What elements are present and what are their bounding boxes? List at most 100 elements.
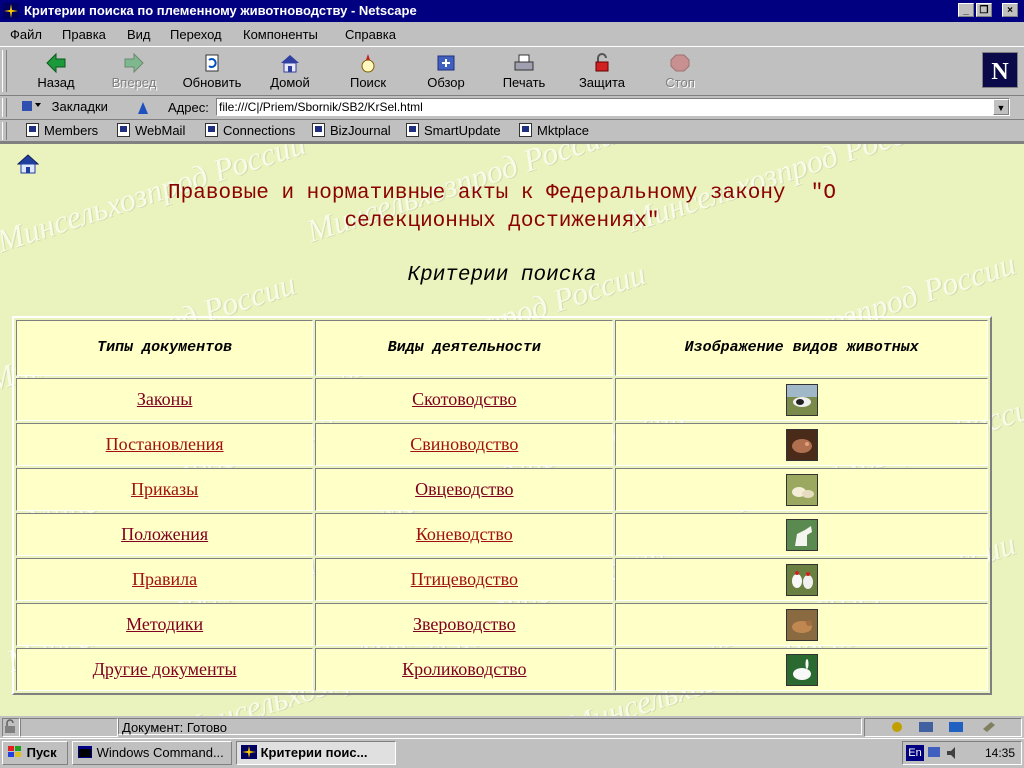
back-button[interactable]: Назад bbox=[18, 50, 94, 94]
doc-type-link[interactable]: Методики bbox=[126, 614, 203, 634]
activity-link[interactable]: Свиноводство bbox=[410, 434, 518, 454]
guide-button[interactable]: Обзор bbox=[408, 50, 484, 94]
address-dropdown-button[interactable]: ▼ bbox=[993, 99, 1009, 115]
bookmarks-icon bbox=[22, 101, 41, 111]
page-title-line1: Правовые и нормативные акты к Федерально… bbox=[168, 182, 836, 205]
minimize-button[interactable]: _ bbox=[958, 3, 974, 17]
sheep-photo[interactable] bbox=[785, 473, 818, 506]
component-icons[interactable] bbox=[865, 719, 1021, 734]
menu-go[interactable]: Переход bbox=[170, 27, 222, 42]
horse-photo[interactable] bbox=[785, 518, 818, 551]
fur-animal-photo[interactable] bbox=[785, 608, 818, 641]
doc-type-cell: Постановления bbox=[16, 423, 314, 466]
doc-type-cell: Методики bbox=[16, 603, 314, 646]
language-indicator[interactable]: En bbox=[906, 745, 924, 761]
page-title: Правовые и нормативные акты к Федерально… bbox=[0, 180, 1004, 236]
lock-icon bbox=[5, 719, 15, 733]
doc-type-link[interactable]: Постановления bbox=[106, 434, 224, 454]
search-button[interactable]: Поиск bbox=[330, 50, 406, 94]
activity-link[interactable]: Кролиководство bbox=[402, 659, 526, 679]
security-status-icon[interactable] bbox=[2, 718, 20, 737]
bookmark-webmail[interactable]: WebMail bbox=[117, 123, 185, 138]
activity-link[interactable]: Звероводство bbox=[413, 614, 516, 634]
security-label: Защита bbox=[578, 75, 626, 90]
doc-type-link[interactable]: Приказы bbox=[131, 479, 198, 499]
reload-button[interactable]: Обновить bbox=[174, 50, 250, 94]
bookmark-connections[interactable]: Connections bbox=[205, 123, 295, 138]
header-animal-images: Изображение видов животных bbox=[615, 320, 988, 376]
bookmarks-label: Закладки bbox=[51, 99, 108, 114]
menu-edit[interactable]: Правка bbox=[62, 27, 106, 42]
windows-logo-icon bbox=[8, 746, 21, 757]
window-title-bar[interactable]: Критерии поиска по племенному животновод… bbox=[0, 0, 1024, 22]
print-button[interactable]: Печать bbox=[486, 50, 562, 94]
home-button[interactable]: Домой bbox=[252, 50, 328, 94]
location-grip[interactable] bbox=[2, 98, 7, 117]
image-cell bbox=[615, 423, 988, 466]
bookmark-page-icon bbox=[519, 123, 532, 137]
poultry-photo[interactable] bbox=[785, 563, 818, 596]
doc-type-link[interactable]: Законы bbox=[137, 389, 193, 409]
table-row: Приказы Овцеводство bbox=[16, 468, 988, 511]
print-label: Печать bbox=[502, 75, 546, 90]
activity-link[interactable]: Скотоводство bbox=[412, 389, 516, 409]
doc-type-link[interactable]: Положения bbox=[121, 524, 208, 544]
cattle-photo[interactable] bbox=[785, 383, 818, 416]
reload-label: Обновить bbox=[182, 75, 242, 90]
bookmark-mktplace[interactable]: Mktplace bbox=[519, 123, 589, 138]
personal-grip[interactable] bbox=[2, 122, 7, 140]
activity-link[interactable]: Овцеводство bbox=[415, 479, 513, 499]
bookmark-page-icon bbox=[205, 123, 218, 137]
menu-view[interactable]: Вид bbox=[127, 27, 151, 42]
doc-type-link[interactable]: Правила bbox=[132, 569, 197, 589]
menu-help[interactable]: Справка bbox=[345, 27, 396, 42]
netscape-logo[interactable]: N bbox=[982, 52, 1018, 88]
table-row: Другие документы Кролиководство bbox=[16, 648, 988, 691]
page-content: Минсельхозпрод России Минсельхозпрод Рос… bbox=[0, 142, 1024, 716]
bookmark-smartupdate[interactable]: SmartUpdate bbox=[406, 123, 501, 138]
doc-type-link[interactable]: Другие документы bbox=[93, 659, 237, 679]
clock[interactable]: 14:35 bbox=[985, 746, 1015, 760]
pig-photo[interactable] bbox=[785, 428, 818, 461]
menu-components[interactable]: Компоненты bbox=[243, 27, 318, 42]
doc-type-cell: Правила bbox=[16, 558, 314, 601]
bookmark-page-icon bbox=[117, 123, 130, 137]
stop-button[interactable]: Стоп bbox=[642, 50, 718, 94]
start-button[interactable]: Пуск bbox=[2, 741, 68, 765]
home-link-icon[interactable] bbox=[17, 154, 39, 174]
chevron-down-icon: ▼ bbox=[996, 103, 1006, 113]
bookmarks-button[interactable]: Закладки bbox=[20, 99, 108, 117]
bookmark-label: Members bbox=[44, 123, 99, 138]
activity-cell: Звероводство bbox=[315, 603, 614, 646]
activity-link[interactable]: Коневодство bbox=[416, 524, 513, 544]
address-input[interactable]: file:///C|/Priem/Sbornik/SB2/KrSel.html bbox=[216, 98, 1010, 116]
menu-file[interactable]: Файл bbox=[10, 27, 42, 42]
netscape-app-icon bbox=[241, 745, 257, 759]
header-activity-types: Виды деятельности bbox=[315, 320, 614, 376]
activity-cell: Кролиководство bbox=[315, 648, 614, 691]
forward-button[interactable]: Вперед bbox=[96, 50, 172, 94]
tray-icons[interactable] bbox=[927, 745, 963, 761]
bookmark-members[interactable]: Members bbox=[26, 123, 98, 138]
rabbit-photo[interactable] bbox=[785, 653, 818, 686]
toolbar-grip[interactable] bbox=[2, 50, 7, 92]
criteria-table: Типы документов Виды деятельности Изобра… bbox=[12, 316, 992, 695]
security-button[interactable]: Защита bbox=[564, 50, 640, 94]
guide-label: Обзор bbox=[427, 75, 465, 90]
bookmark-label: BizJournal bbox=[330, 123, 391, 138]
bookmark-bizjournal[interactable]: BizJournal bbox=[312, 123, 391, 138]
table-header-row: Типы документов Виды деятельности Изобра… bbox=[16, 320, 988, 376]
taskbar-item-command[interactable]: Windows Command... bbox=[72, 741, 232, 765]
restore-button[interactable]: ❐ bbox=[976, 3, 992, 17]
taskbar-item-label: Windows Command... bbox=[96, 745, 224, 760]
status-bar: Документ: Готово bbox=[0, 716, 1024, 738]
image-cell bbox=[615, 558, 988, 601]
page-proxy-icon[interactable] bbox=[136, 100, 150, 116]
taskbar-item-label: Критерии поис... bbox=[260, 745, 368, 760]
command-window-icon bbox=[78, 746, 92, 758]
menu-bar: Файл Правка Вид Переход Компоненты Справ… bbox=[0, 23, 1024, 45]
close-button[interactable]: × bbox=[1002, 3, 1018, 17]
taskbar-item-netscape[interactable]: Критерии поис... bbox=[236, 741, 396, 765]
navigation-toolbar: Назад Вперед Обновить Домой Поиск Обзор … bbox=[0, 46, 1024, 96]
activity-link[interactable]: Птицеводство bbox=[411, 569, 518, 589]
